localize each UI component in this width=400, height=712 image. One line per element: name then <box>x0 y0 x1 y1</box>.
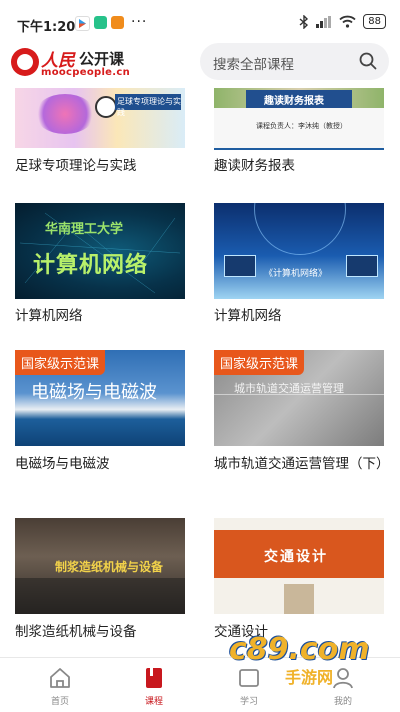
course-thumbnail: 交通设计 <box>214 518 384 614</box>
search-placeholder: 搜索全部课程 <box>213 57 294 73</box>
tab-courses[interactable]: 课程 <box>104 658 204 712</box>
bluetooth-icon <box>299 14 309 29</box>
search-icon[interactable] <box>359 52 377 70</box>
national-demo-badge: 国家级示范课 <box>15 350 106 375</box>
thumbnail-caption: 城市轨道交通运营管理 <box>234 382 344 395</box>
thumbnail-subtitle: 课程负责人：李沐纯（教授） <box>256 122 347 130</box>
app-header: 人民 公开课 moocpeople.cn 搜索全部课程 <box>0 40 400 84</box>
course-title: 计算机网络 <box>15 308 83 324</box>
logo-name: 公开课 <box>79 50 125 68</box>
more-notifications-icon: ··· <box>131 14 148 30</box>
status-time: 下午1:20 <box>17 20 76 35</box>
national-demo-badge: 国家级示范课 <box>214 350 305 375</box>
tab-study-label: 学习 <box>239 697 258 707</box>
course-title: 足球专项理论与实践 <box>15 158 137 174</box>
thumbnail-caption: 趣读财务报表 <box>264 96 324 107</box>
course-card[interactable]: 制浆造纸机械与设备 制浆造纸机械与设备 <box>15 518 185 643</box>
book-icon <box>146 668 162 688</box>
thumbnail-caption: 制浆造纸机械与设备 <box>55 560 164 574</box>
course-card[interactable]: 《计算机网络》 计算机网络 <box>214 203 384 328</box>
watermark-subtext: 手游网 <box>285 668 334 687</box>
course-card[interactable]: 华南理工大学 计算机网络 计算机网络 <box>15 203 185 328</box>
course-thumbnail: 趣读财务报表 课程负责人：李沐纯（教授） <box>214 88 384 150</box>
course-title: 制浆造纸机械与设备 <box>15 624 137 640</box>
course-card[interactable]: 交通设计 交通设计 <box>214 518 384 643</box>
home-icon <box>50 668 70 688</box>
app-logo[interactable]: 人民 公开课 moocpeople.cn <box>11 44 135 80</box>
course-card[interactable]: 足球专项理论与实践 足球专项理论与实践 <box>15 88 185 188</box>
course-card[interactable]: 城市轨道交通运营管理 国家级示范课 城市轨道交通运营管理（下） <box>214 350 390 495</box>
tab-profile-label: 我的 <box>333 697 352 707</box>
thumbnail-main-title: 计算机网络 <box>33 253 149 278</box>
shield-app-icon <box>94 16 107 29</box>
thumbnail-caption: 华南理工大学 <box>45 222 124 237</box>
thumbnail-caption: 《计算机网络》 <box>264 269 328 279</box>
course-card[interactable]: 趣读财务报表 课程负责人：李沐纯（教授） 趣读财务报表 <box>214 88 384 188</box>
course-title: 计算机网络 <box>214 308 282 324</box>
tab-courses-label: 课程 <box>144 697 163 707</box>
status-bar: 下午1:20 ··· 88 <box>0 0 400 40</box>
logo-domain: moocpeople.cn <box>41 67 131 78</box>
thumbnail-caption: 电磁场与电磁波 <box>31 382 157 403</box>
course-thumbnail: 电磁场与电磁波 国家级示范课 <box>15 350 185 446</box>
course-title: 电磁场与电磁波 <box>15 456 110 472</box>
course-card[interactable]: 电磁场与电磁波 国家级示范课 电磁场与电磁波 <box>15 350 185 475</box>
tab-home[interactable]: 首页 <box>10 658 110 712</box>
course-thumbnail: 制浆造纸机械与设备 <box>15 518 185 614</box>
logo-emblem-icon <box>11 48 39 76</box>
course-thumbnail: 足球专项理论与实践 <box>15 88 185 148</box>
app-notification-icon <box>75 16 90 31</box>
orange-app-icon <box>111 16 124 29</box>
course-title: 趣读财务报表 <box>214 158 295 174</box>
tab-home-label: 首页 <box>50 697 69 707</box>
course-thumbnail: 《计算机网络》 <box>214 203 384 299</box>
thumbnail-caption: 足球专项理论与实践 <box>117 97 181 117</box>
signal-icon <box>316 15 332 28</box>
thumbnail-caption: 交通设计 <box>264 549 328 565</box>
course-thumbnail: 华南理工大学 计算机网络 <box>15 203 185 299</box>
search-input[interactable]: 搜索全部课程 <box>200 43 389 80</box>
site-watermark: c89.com 手游网 <box>225 632 395 687</box>
watermark-text: c89.com <box>229 632 370 667</box>
course-title: 城市轨道交通运营管理（下） <box>214 456 390 472</box>
battery-indicator: 88 <box>363 14 386 29</box>
course-thumbnail: 城市轨道交通运营管理 国家级示范课 <box>214 350 384 446</box>
wifi-icon <box>339 15 356 28</box>
